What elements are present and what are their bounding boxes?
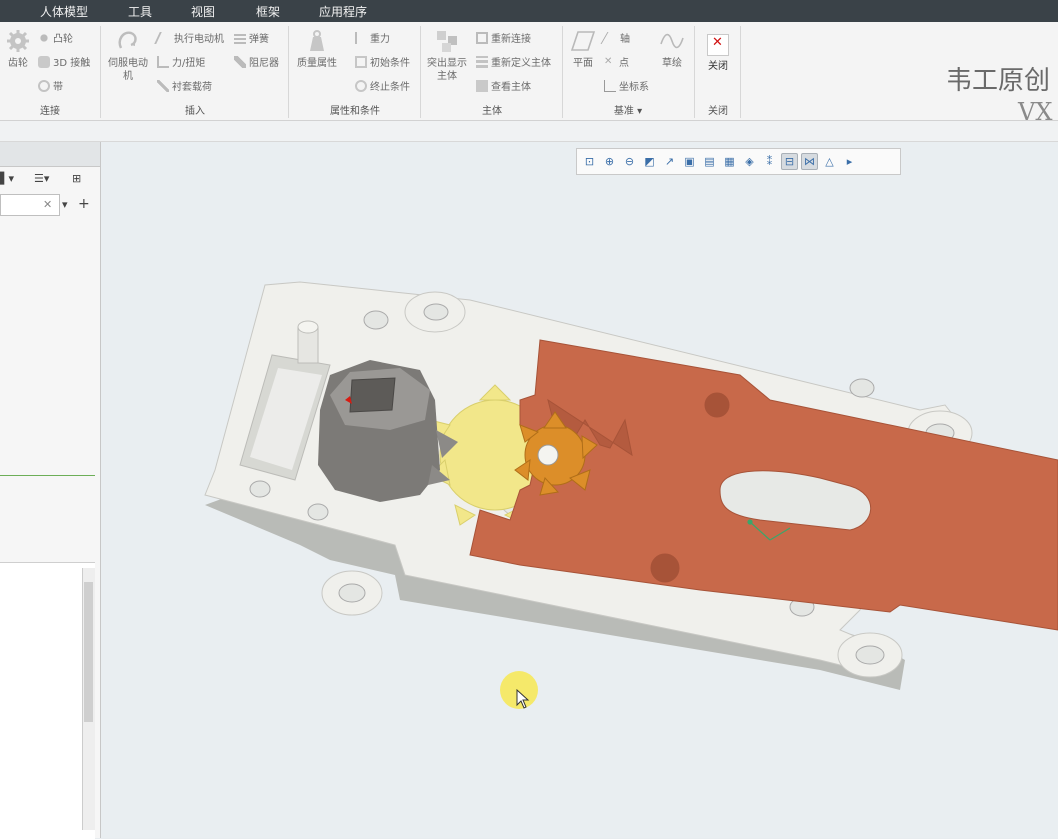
mouse-cursor-icon xyxy=(516,689,530,709)
gear-rack-assembly-model[interactable] xyxy=(0,0,1058,838)
